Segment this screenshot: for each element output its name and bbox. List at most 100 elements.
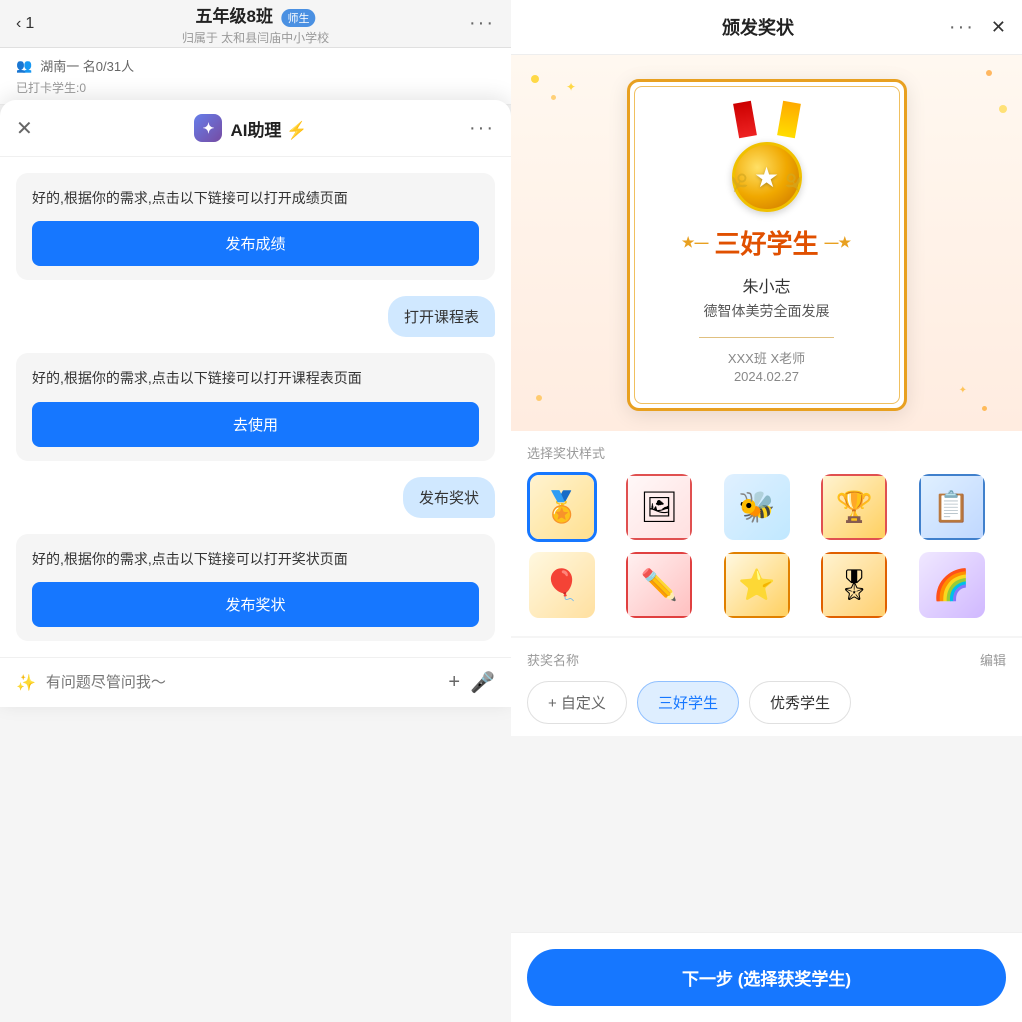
right-topbar-actions: ··· ✕	[949, 16, 1006, 39]
style-frame-inner: 🖼	[626, 474, 692, 540]
style-item-pencil[interactable]: ✏️	[624, 550, 694, 620]
cert-class-teacher: XXX班 X老师	[654, 348, 880, 367]
style-trophy-inner: 🏆	[821, 474, 887, 540]
left-topbar: ‹ 1 五年级8班 师生 归属于 太和县闫庙中小学校 ···	[0, 0, 511, 48]
cert-deco-left: ★—	[682, 234, 709, 251]
ai-title-text: AI助理 ⚡	[230, 116, 307, 141]
mic-icon[interactable]: 🎤	[470, 670, 495, 695]
ai-input-area: ✨ + 🎤	[0, 657, 511, 707]
publish-award-button[interactable]: 发布奖状	[32, 582, 479, 627]
medal-ribbon-right	[777, 101, 801, 139]
next-step-button[interactable]: 下一步 (选择获奖学生)	[527, 949, 1006, 1006]
cert-award-name: 三好学生	[714, 224, 818, 261]
style-item-balloon[interactable]: 🎈	[527, 550, 597, 620]
class-subtitle: 归属于 太和县闫庙中小学校	[182, 29, 329, 46]
right-topbar: 颁发奖状 ··· ✕	[511, 0, 1022, 55]
award-chip-sanhao[interactable]: 三好学生	[637, 681, 739, 724]
ai-input-field[interactable]	[46, 674, 438, 691]
medal-container: ★ ⚘ ⚘	[654, 102, 880, 212]
award-chip-youxiu[interactable]: 优秀学生	[749, 681, 851, 724]
style-item-rainbow[interactable]: 🌈	[917, 550, 987, 620]
right-topbar-title: 颁发奖状	[722, 14, 794, 40]
class-info-row: 👥 湖南一 名0/31人	[16, 56, 495, 75]
cert-student-name: 朱小志	[654, 273, 880, 297]
style-bee-inner: 🐝	[724, 474, 790, 540]
checkin-count: 已打卡学生:0	[16, 79, 495, 96]
class-badge: 师生	[281, 9, 315, 27]
cert-award-title: ★— 三好学生 —★	[654, 224, 880, 261]
style-item-trophy[interactable]: 🏆	[819, 472, 889, 542]
certificate-card: ★ ⚘ ⚘ ★— 三好学生 —★ 朱小志 德智体美劳全面发展 XXX班 X老师 …	[627, 79, 907, 411]
right-panel: 颁发奖状 ··· ✕ ✦ ✦	[511, 0, 1022, 1022]
publish-grades-button[interactable]: 发布成绩	[32, 221, 479, 266]
style-rainbow-inner: 🌈	[919, 552, 985, 618]
style-grid-row1: 🏅 🖼 🐝 🏆 📋	[527, 472, 1006, 542]
sparkle-icon: ✨	[16, 673, 36, 693]
cert-deco-right: —★	[825, 234, 852, 251]
ai-panel-header: ✕ ✦ AI助理 ⚡ ···	[0, 100, 511, 157]
ai-panel-title: ✦ AI助理 ⚡	[194, 114, 307, 142]
decor-dot-5	[536, 395, 542, 401]
star-decor-2: ✦	[959, 385, 967, 396]
ai-icon: ✦	[194, 114, 222, 142]
award-edit-button[interactable]: 编辑	[980, 650, 1006, 669]
award-section-header: 获奖名称 编辑	[527, 650, 1006, 669]
class-title: 五年级8班 师生	[182, 2, 329, 27]
class-count: 湖南一 名0/31人	[40, 56, 134, 75]
style-item-rosette[interactable]: 🎖	[819, 550, 889, 620]
back-button[interactable]: ‹ 1	[16, 15, 34, 33]
style-item-stars[interactable]: ⭐	[722, 550, 792, 620]
style-rosette-inner: 🎖	[821, 552, 887, 618]
style-item-plain[interactable]: 📋	[917, 472, 987, 542]
decor-dot-1	[531, 75, 539, 83]
style-stars-inner: ⭐	[724, 552, 790, 618]
ai-message-1: 好的,根据你的需求,点击以下链接可以打开成绩页面 发布成绩	[16, 173, 495, 280]
ai-message-2: 好的,根据你的需求,点击以下链接可以打开课程表页面 去使用	[16, 353, 495, 460]
medal-ribbon-left	[733, 101, 757, 139]
style-balloon-inner: 🎈	[529, 552, 595, 618]
ai-panel-more-button[interactable]: ···	[469, 117, 495, 140]
right-topbar-close-button[interactable]: ✕	[991, 17, 1006, 38]
ai-message-1-text: 好的,根据你的需求,点击以下链接可以打开成绩页面	[32, 190, 348, 206]
right-scroll-area: ✦ ✦ ★ ⚘ ⚘ ★—	[511, 55, 1022, 932]
style-section: 选择奖状样式 🏅 🖼 🐝 🏆 📋	[511, 431, 1022, 636]
topbar-more-button[interactable]: ···	[469, 12, 495, 35]
award-chips: + 自定义 三好学生 优秀学生	[527, 681, 1006, 724]
cert-preview-area: ✦ ✦ ★ ⚘ ⚘ ★—	[511, 55, 1022, 431]
award-section-label: 获奖名称	[527, 650, 579, 669]
add-button[interactable]: +	[448, 671, 460, 694]
decor-dot-4	[999, 105, 1007, 113]
style-item-medal[interactable]: 🏅	[527, 472, 597, 542]
ai-panel-close-button[interactable]: ✕	[16, 116, 33, 141]
medal: ★ ⚘ ⚘	[722, 102, 812, 212]
style-plain-inner: 📋	[919, 474, 985, 540]
style-item-bee[interactable]: 🐝	[722, 472, 792, 542]
cert-divider	[699, 337, 835, 338]
style-item-frame[interactable]: 🖼	[624, 472, 694, 542]
topbar-center: 五年级8班 师生 归属于 太和县闫庙中小学校	[182, 2, 329, 46]
user-message-1: 打开课程表	[388, 296, 495, 337]
award-section: 获奖名称 编辑 + 自定义 三好学生 优秀学生	[511, 638, 1022, 736]
go-use-button[interactable]: 去使用	[32, 402, 479, 447]
award-chip-custom[interactable]: + 自定义	[527, 681, 627, 724]
back-count: 1	[25, 15, 34, 33]
style-grid-row2: 🎈 ✏️ ⭐ 🎖 🌈	[527, 550, 1006, 620]
ai-chat-area: 好的,根据你的需求,点击以下链接可以打开成绩页面 发布成绩 打开课程表 好的,根…	[0, 157, 511, 657]
ai-message-3: 好的,根据你的需求,点击以下链接可以打开奖状页面 发布奖状	[16, 534, 495, 641]
spacer	[511, 736, 1022, 932]
medal-star-icon: ★	[754, 161, 779, 194]
star-decor-1: ✦	[566, 80, 576, 94]
ai-message-3-text: 好的,根据你的需求,点击以下链接可以打开奖状页面	[32, 551, 348, 567]
decor-dot-3	[986, 70, 992, 76]
right-topbar-more-button[interactable]: ···	[949, 16, 975, 39]
right-bottom: 下一步 (选择获奖学生)	[511, 932, 1022, 1022]
left-panel: ‹ 1 五年级8班 师生 归属于 太和县闫庙中小学校 ··· 👥 湖南一 名0/…	[0, 0, 511, 1022]
decor-dot-2	[551, 95, 556, 100]
user-message-2: 发布奖状	[403, 477, 495, 518]
decor-dot-6	[982, 406, 987, 411]
class-name: 五年级8班	[196, 7, 273, 26]
class-info-strip: 👥 湖南一 名0/31人 已打卡学生:0	[0, 48, 511, 105]
ai-panel: ✕ ✦ AI助理 ⚡ ··· 好的,根据你的需求,点击以下链接可以打开成绩页面 …	[0, 100, 511, 707]
people-icon: 👥	[16, 58, 32, 74]
cert-date: 2024.02.27	[654, 369, 880, 384]
